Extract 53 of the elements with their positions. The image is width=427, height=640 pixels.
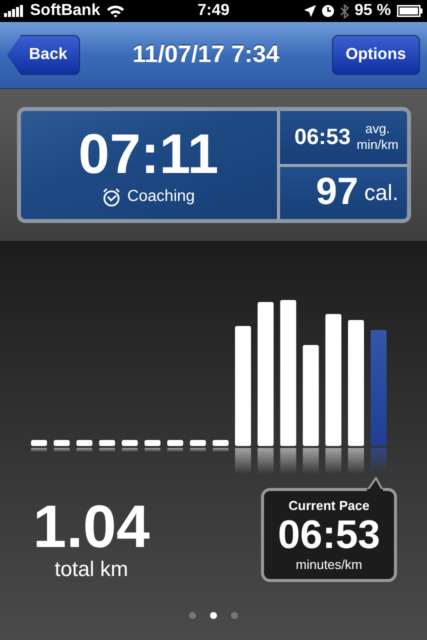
bar-reflection: [280, 448, 296, 474]
bar-reflection: [122, 448, 138, 452]
bar-reflection: [370, 448, 387, 474]
bar-reflection: [325, 448, 342, 474]
calories-unit: cal.: [364, 180, 398, 206]
pace-bar: [122, 440, 138, 446]
pace-bar: [190, 440, 206, 446]
location-arrow-icon: [304, 5, 316, 17]
options-button[interactable]: Options: [332, 35, 420, 75]
battery-icon: [397, 5, 423, 17]
bar-reflection: [167, 448, 184, 452]
distance-value: 1.04: [33, 496, 150, 558]
current-pace-value: 06:53: [278, 513, 380, 557]
bar-reflection: [54, 448, 70, 452]
page-indicator-dot[interactable]: [189, 612, 196, 619]
duration-value: 07:11: [78, 124, 219, 184]
pace-bar: [99, 440, 116, 446]
calories-value: 97: [316, 171, 358, 214]
page-indicator-dot[interactable]: [231, 612, 238, 619]
bar-reflection: [190, 448, 206, 452]
pace-bar: [167, 440, 184, 446]
carrier-name: SoftBank: [30, 2, 100, 20]
wifi-icon: [106, 4, 126, 18]
bar-reflection: [258, 448, 274, 474]
bar-reflection: [99, 448, 116, 452]
pace-unit-top: avg.: [365, 121, 390, 138]
battery-percent: 95 %: [354, 2, 391, 20]
bar-reflection: [76, 448, 92, 452]
pace-bar: [144, 440, 160, 446]
bar-reflection: [144, 448, 160, 452]
signal-icon: [4, 5, 24, 17]
current-pace-unit: minutes/km: [296, 557, 362, 572]
bar-reflection: [348, 448, 364, 474]
bar-reflection: [235, 448, 251, 474]
bar-reflection: [31, 448, 47, 452]
pace-unit-bottom: min/km: [356, 137, 398, 154]
pace-bar: [76, 440, 92, 446]
pace-bar: [212, 440, 229, 446]
distance-unit: total km: [54, 558, 128, 582]
clock-icon: [322, 5, 334, 17]
bluetooth-icon: [340, 4, 349, 18]
pace-bar: [31, 440, 47, 446]
alarm-clock-icon: [102, 188, 122, 206]
average-pace-value: 06:53: [294, 124, 351, 150]
bar-reflection: [212, 448, 229, 452]
back-button[interactable]: Back: [7, 35, 80, 75]
pace-bar: [54, 440, 70, 446]
page-indicator-dot[interactable]: [210, 612, 217, 619]
current-pace-label: Current Pace: [288, 498, 370, 513]
screen-title: 11/07/17 7:34: [132, 41, 280, 69]
coaching-label: Coaching: [127, 188, 195, 206]
status-time: 7:49: [197, 2, 230, 20]
bar-reflection: [302, 448, 319, 474]
